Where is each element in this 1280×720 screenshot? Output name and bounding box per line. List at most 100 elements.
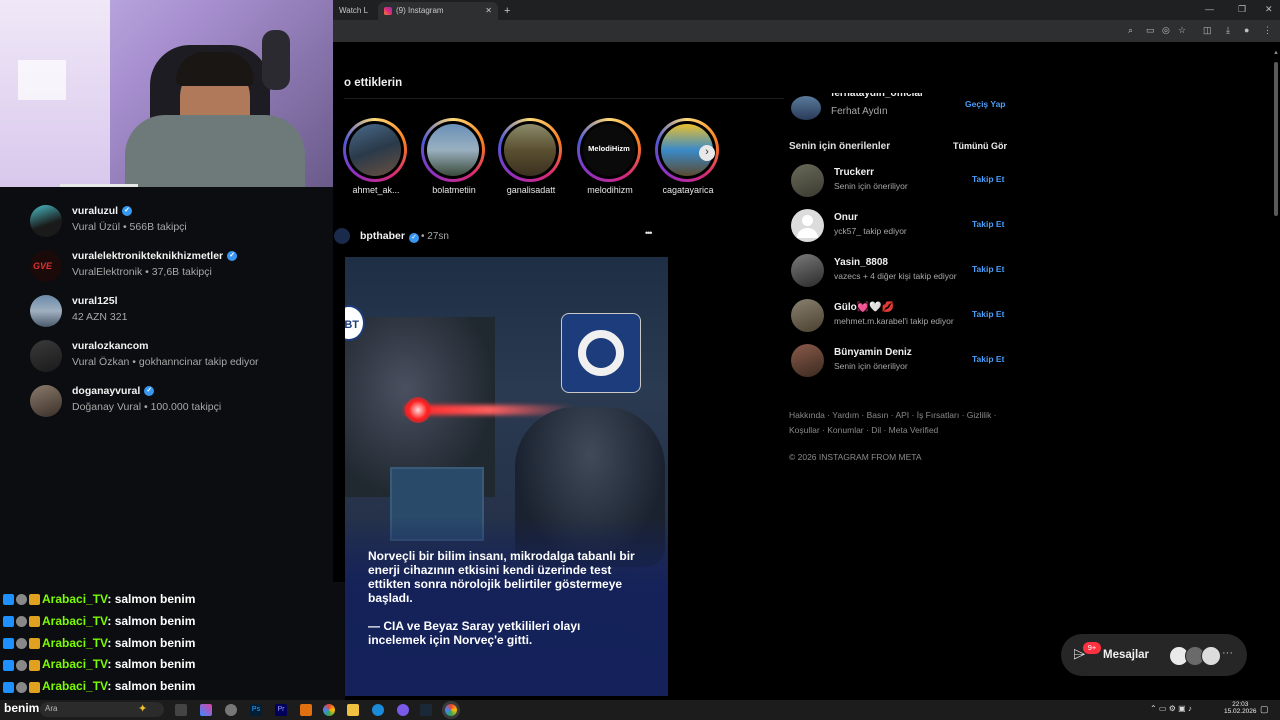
post-image[interactable]: BT Norveçli bir bilim insanı, mikrodalga… (345, 257, 668, 696)
search-result-avatar: GVE (30, 250, 62, 282)
chat-username[interactable]: Arabaci_TV (42, 679, 107, 693)
search-result[interactable]: vuralozkancom Vural Özkan • gokhanncinar… (30, 338, 330, 374)
search-result-username: vuraluzul (72, 205, 119, 217)
new-tab-button[interactable]: + (498, 2, 518, 20)
suggestion-avatar[interactable] (791, 254, 824, 287)
chrome-active-icon[interactable] (445, 704, 457, 716)
app-icon[interactable] (225, 704, 237, 716)
menu-icon[interactable]: ⋮ (1263, 25, 1272, 36)
maximize-label: ❐ (1238, 4, 1247, 14)
bookmark-star-icon[interactable]: ☆ (1178, 25, 1186, 36)
search-result-avatar (30, 295, 62, 327)
overlay-text: benim (4, 701, 40, 715)
post-author[interactable]: bpthaber (360, 230, 405, 242)
messages-button[interactable]: ⌲ 9+ Mesajlar ··· (1061, 634, 1247, 676)
copilot-app-icon[interactable] (200, 704, 212, 716)
search-result[interactable]: vural125l 42 AZN 321 (30, 293, 330, 329)
footer-links-1[interactable]: Hakkında · Yardım · Basın · API · İş Fır… (789, 410, 997, 420)
crown-badge-icon (29, 616, 40, 628)
taskbar-search[interactable]: Ara ✦ (40, 702, 164, 717)
app-icon[interactable] (372, 704, 384, 716)
follow-button[interactable]: Takip Et (972, 219, 1004, 229)
section-heading: o ettiklerin (344, 77, 403, 89)
discord-icon[interactable] (397, 704, 409, 716)
post-author-avatar[interactable] (334, 228, 350, 244)
download-icon[interactable]: ⤓ (1226, 25, 1230, 36)
vural-logo-icon: GVE (33, 261, 53, 271)
suggestion-name[interactable]: Onur (834, 212, 858, 223)
scrollbar-thumb[interactable] (1274, 62, 1278, 216)
see-all-link[interactable]: Tümünü Gör (953, 141, 1007, 151)
file-explorer-icon[interactable] (347, 704, 359, 716)
search-result-avatar (30, 340, 62, 372)
chat-username[interactable]: Arabaci_TV (42, 636, 107, 650)
post-more-icon[interactable]: ••• (645, 228, 653, 238)
chat-text: : salmon benim (107, 613, 196, 628)
search-result-subtitle: 42 AZN 321 (72, 311, 128, 323)
close-tab-icon[interactable]: ✕ (485, 2, 492, 20)
maximize-button[interactable]: ❐ (1238, 4, 1246, 15)
scroll-up-icon[interactable]: ▲ (1273, 50, 1279, 60)
steam-icon[interactable] (420, 704, 432, 716)
premiere-icon[interactable]: Pr (275, 704, 287, 716)
account-avatar[interactable] (791, 96, 821, 120)
search-result-subtitle: Doğanay Vural • 100.000 takipçi (72, 401, 222, 413)
close-window-button[interactable]: ✕ (1265, 4, 1273, 15)
story-avatar: MelodiHizm (583, 124, 635, 176)
account-username[interactable]: ferhataydin_official (831, 93, 941, 100)
suggestion-avatar[interactable] (791, 344, 824, 377)
chat-message: Arabaci_TV: salmon benim (3, 679, 195, 697)
suggestion-subtitle: vazecs + 4 diğer kişi takip ediyor (834, 271, 957, 281)
tab-watch[interactable]: Watch L (333, 2, 378, 20)
notification-icon[interactable]: ▢ (1260, 704, 1269, 715)
suggestion-name[interactable]: Yasin_8808 (834, 257, 888, 268)
suggestion-name[interactable]: Truckerr (834, 167, 874, 178)
chat-username[interactable]: Arabaci_TV (42, 614, 107, 628)
suggestion-avatar[interactable] (791, 164, 824, 197)
suggestion-avatar[interactable] (791, 299, 824, 332)
chat-username[interactable]: Arabaci_TV (42, 657, 107, 671)
chat-username[interactable]: Arabaci_TV (42, 592, 107, 606)
minimize-button[interactable]: — (1205, 4, 1214, 14)
switch-account-link[interactable]: Geçiş Yap (965, 99, 1005, 109)
search-result-subtitle: Vural Özkan • gokhanncinar takip ediyor (72, 356, 259, 368)
photoshop-icon[interactable]: Ps (250, 704, 262, 716)
search-result-username: doganayvural (72, 385, 141, 397)
zoom-icon[interactable]: ⌕ (1128, 25, 1133, 36)
suggestion-name[interactable]: Bünyamin Deniz (834, 347, 912, 358)
profile-icon[interactable]: ● (1244, 25, 1249, 35)
tray-icons[interactable]: ⌃ ▭ ⚙ ▣ ♪ (1150, 704, 1192, 713)
search-result-username: vural125l (72, 295, 118, 307)
stories-next-icon[interactable]: › (699, 145, 715, 161)
melodihizm-logo: MelodiHizm (588, 144, 630, 153)
clock-date: 15.02.2026 (1224, 708, 1257, 715)
crown-badge-icon (29, 659, 40, 671)
clock[interactable]: 22:03 15.02.2026 (1224, 701, 1257, 715)
eye-off-icon[interactable]: ◎ (1162, 25, 1170, 36)
story-name: bolatmetiin (432, 185, 476, 195)
follow-button[interactable]: Takip Et (972, 309, 1004, 319)
tab-instagram[interactable]: (9) Instagram ✕ (378, 2, 498, 20)
app-icon[interactable] (300, 704, 312, 716)
search-result[interactable]: doganayvural ✓ Doğanay Vural • 100.000 ta… (30, 383, 330, 419)
instagram-favicon-icon (384, 6, 392, 15)
chrome-icon[interactable] (323, 704, 335, 716)
suggestion-name[interactable]: Gülo💓🤍💋 (834, 302, 894, 313)
follow-button[interactable]: Takip Et (972, 264, 1004, 274)
search-result[interactable]: GVE vuralelektronikteknikhizmetler ✓ Vura… (30, 248, 330, 284)
chat-message: Arabaci_TV: salmon benim (3, 614, 195, 632)
story-avatar (427, 124, 479, 176)
post-time: 27sn (427, 231, 449, 242)
default-avatar-icon[interactable] (791, 209, 824, 242)
search-result[interactable]: vuraluzul ✓ Vural Üzül • 566B takipçi (30, 203, 330, 239)
extensions-icon[interactable]: ◫ (1203, 25, 1212, 36)
story-ring (343, 118, 407, 182)
follow-button[interactable]: Takip Et (972, 354, 1004, 364)
cast-icon[interactable]: ▭ (1146, 25, 1155, 36)
search-result-subtitle: VuralElektronik • 37,6B takipçi (72, 266, 212, 278)
footer-links-2[interactable]: Koşullar · Konumlar · Dil · Meta Verifie… (789, 425, 938, 435)
chat-message: Arabaci_TV: salmon benim (3, 657, 195, 675)
mod-badge-icon (3, 594, 14, 606)
task-view-icon[interactable] (175, 704, 187, 716)
follow-button[interactable]: Takip Et (972, 174, 1004, 184)
